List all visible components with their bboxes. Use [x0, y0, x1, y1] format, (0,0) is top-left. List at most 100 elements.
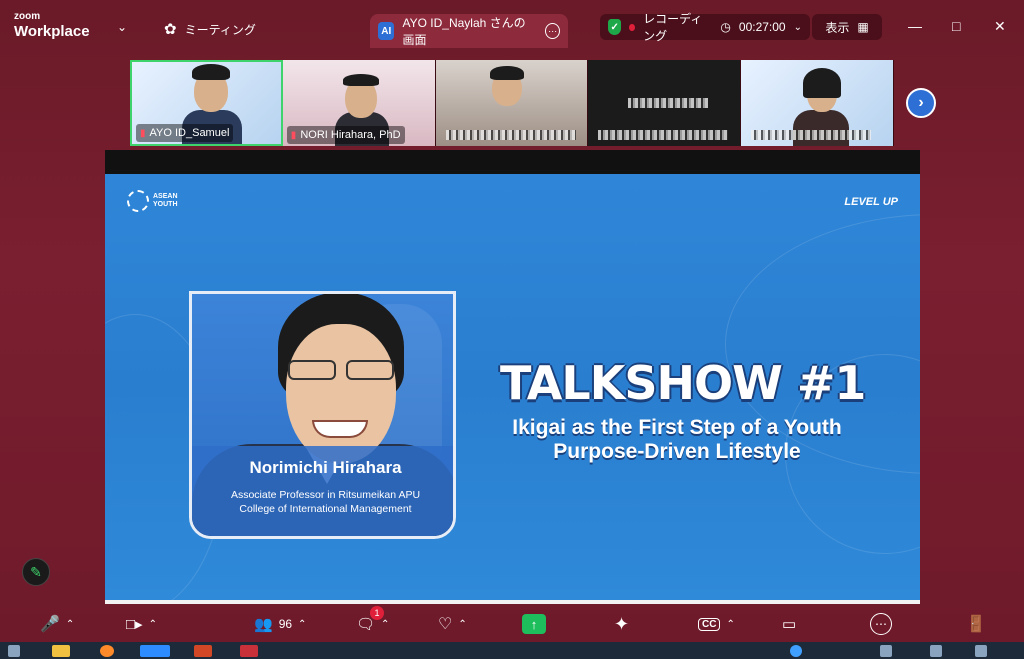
tray-icon[interactable]: [880, 645, 892, 657]
powerpoint-icon[interactable]: [194, 645, 212, 657]
monitor-icon: ▭: [782, 616, 797, 633]
meeting-menu[interactable]: ✿ ミーティング: [164, 20, 256, 38]
subtitle-line1: Ikigai as the First Step of a Youth: [512, 416, 842, 439]
clock-icon: ◷: [720, 20, 731, 34]
sparkle-icon: ✦: [614, 613, 630, 634]
redacted-bar: [598, 130, 729, 140]
chevron-down-icon[interactable]: ⌄: [794, 22, 802, 33]
mic-muted-icon: 🎤: [40, 616, 60, 633]
app-brand[interactable]: zoom Workplace: [14, 11, 90, 40]
brand-small: zoom: [14, 11, 41, 22]
close-icon[interactable]: ✕: [994, 18, 1006, 35]
ai-badge: AI: [378, 22, 395, 40]
participant-strip: ▮ AYO ID_Samuel ▮ NORI Hirahara, PhD: [130, 60, 894, 146]
speaker-name-plate: Norimichi Hirahara Associate Professor i…: [192, 446, 453, 536]
chevron-up-icon[interactable]: ⌃: [66, 619, 74, 630]
next-page-button[interactable]: ›: [906, 88, 936, 118]
glasses-lens: [288, 360, 336, 380]
maximize-icon[interactable]: □: [952, 18, 960, 34]
firefox-icon[interactable]: [100, 645, 114, 657]
grid-icon: ▦: [857, 20, 869, 34]
mic-muted-icon: ▮: [140, 127, 146, 139]
heart-icon: ♡: [438, 616, 453, 633]
video-button[interactable]: □▸ ⌃: [126, 612, 157, 636]
mic-muted-icon: ▮: [290, 129, 297, 141]
zoom-window: zoom Workplace ⌄ ✿ ミーティング AI AYO ID_Nayl…: [0, 0, 1024, 659]
share-tab-label: AYO ID_Naylah さんの画面: [402, 16, 526, 47]
speaker-glasses: [280, 360, 402, 382]
tray-icon[interactable]: [930, 645, 942, 657]
mute-button[interactable]: 🎤 ⌃: [40, 612, 74, 636]
zoom-taskbar-icon[interactable]: [140, 645, 170, 657]
cc-icon: CC: [698, 617, 721, 631]
whiteboard-button[interactable]: ▭: [782, 612, 796, 636]
speaker-name: Norimichi Hirahara: [249, 458, 402, 477]
speaker-role: Associate Professor in Ritsumeikan APU C…: [192, 488, 453, 516]
more-button[interactable]: ⋯: [870, 612, 892, 636]
participant-hair: [342, 74, 379, 86]
participant-tile[interactable]: ▮ AYO ID_Samuel: [130, 60, 283, 146]
redacted-bar: [628, 98, 709, 108]
share-arrow-icon: ↑: [522, 614, 546, 634]
more-options-icon[interactable]: ⋯: [545, 23, 560, 39]
leave-button[interactable]: 🚪: [966, 612, 986, 636]
talkshow-title: TALKSHOW #1: [500, 356, 866, 410]
chevron-up-icon[interactable]: ⌃: [381, 619, 389, 630]
participant-hair: [489, 66, 524, 80]
participant-tile[interactable]: [435, 60, 589, 146]
speaker-card: Norimichi Hirahara Associate Professor i…: [189, 291, 456, 539]
recording-dot: [629, 23, 636, 31]
chevron-down-icon[interactable]: ⌄: [117, 20, 127, 34]
shield-check-icon: ✓: [608, 19, 622, 35]
recording-status[interactable]: ✓ レコーディング ◷ 00:27:00 ⌄: [600, 12, 810, 43]
participant-tile[interactable]: [741, 60, 894, 146]
share-screen-button[interactable]: ↑: [522, 612, 546, 636]
captions-button[interactable]: CC ⌃: [698, 612, 735, 636]
recording-timer: 00:27:00: [738, 20, 786, 34]
chevron-up-icon[interactable]: ⌃: [149, 619, 157, 630]
title-bar: zoom Workplace ⌄ ✿ ミーティング AI AYO ID_Nayl…: [0, 0, 1024, 58]
more-options-icon: ⋯: [870, 613, 892, 635]
chevron-up-icon[interactable]: ⌃: [726, 619, 734, 630]
tray-icon[interactable]: [790, 645, 802, 657]
video-camera-icon: □▸: [126, 616, 143, 633]
view-button[interactable]: 表示 ▦: [812, 14, 882, 40]
leave-door-icon: 🚪: [966, 616, 986, 633]
screen-share-tab[interactable]: AI AYO ID_Naylah さんの画面 ⋯: [370, 14, 568, 48]
speaker-role-line2: College of International Management: [239, 503, 412, 516]
paw-icon: ✿: [164, 21, 177, 38]
participant-hair: [192, 64, 230, 80]
speaker-face: [286, 324, 396, 464]
redacted-bar: [751, 130, 872, 140]
chevron-up-icon[interactable]: ⌃: [298, 619, 306, 630]
ai-companion-button[interactable]: ✦: [614, 612, 629, 636]
participant-tile[interactable]: [588, 60, 742, 146]
chat-button[interactable]: 🗨 1 ⌃: [356, 606, 389, 636]
annotate-pencil-icon[interactable]: ✎: [22, 558, 50, 586]
app-icon[interactable]: [240, 645, 258, 657]
file-explorer-icon[interactable]: [52, 645, 70, 657]
glasses-lens: [346, 360, 394, 380]
view-label: 表示: [825, 20, 850, 35]
participant-name-text: NORI Hirahara, PhD: [300, 129, 401, 141]
participant-name: ▮ AYO ID_Samuel: [136, 124, 234, 142]
slide-bottom-border: [105, 600, 920, 604]
brand-big: Workplace: [14, 23, 90, 40]
reactions-button[interactable]: ♡ ⌃: [438, 612, 467, 636]
participant-count: 96: [278, 617, 293, 631]
logo-line1: ASEAN: [153, 193, 178, 201]
flower-logo-icon: [127, 190, 149, 212]
task-view-icon[interactable]: [8, 645, 20, 657]
logo-text: ASEAN YOUTH: [153, 193, 178, 208]
share-header-bar: [105, 150, 920, 174]
meeting-toolbar: 🎤 ⌃ □▸ ⌃ 👥 96 ⌃ 🗨 1 ⌃ ♡ ⌃ ↑ ✦ CC ⌃ ▭ ⋯ 🚪: [0, 606, 1024, 642]
participant-tile[interactable]: ▮ NORI Hirahara, PhD: [282, 60, 436, 146]
subtitle-line2: Purpose-Driven Lifestyle: [553, 440, 801, 464]
participants-button[interactable]: 👥 96 ⌃: [254, 612, 306, 636]
participant-hair: [803, 68, 842, 98]
chevron-up-icon[interactable]: ⌃: [458, 619, 466, 630]
meeting-label: ミーティング: [184, 22, 256, 37]
minimize-icon[interactable]: —: [908, 18, 922, 34]
tray-icon[interactable]: [975, 645, 987, 657]
speaker-role-line1: Associate Professor in Ritsumeikan APU: [230, 489, 421, 501]
